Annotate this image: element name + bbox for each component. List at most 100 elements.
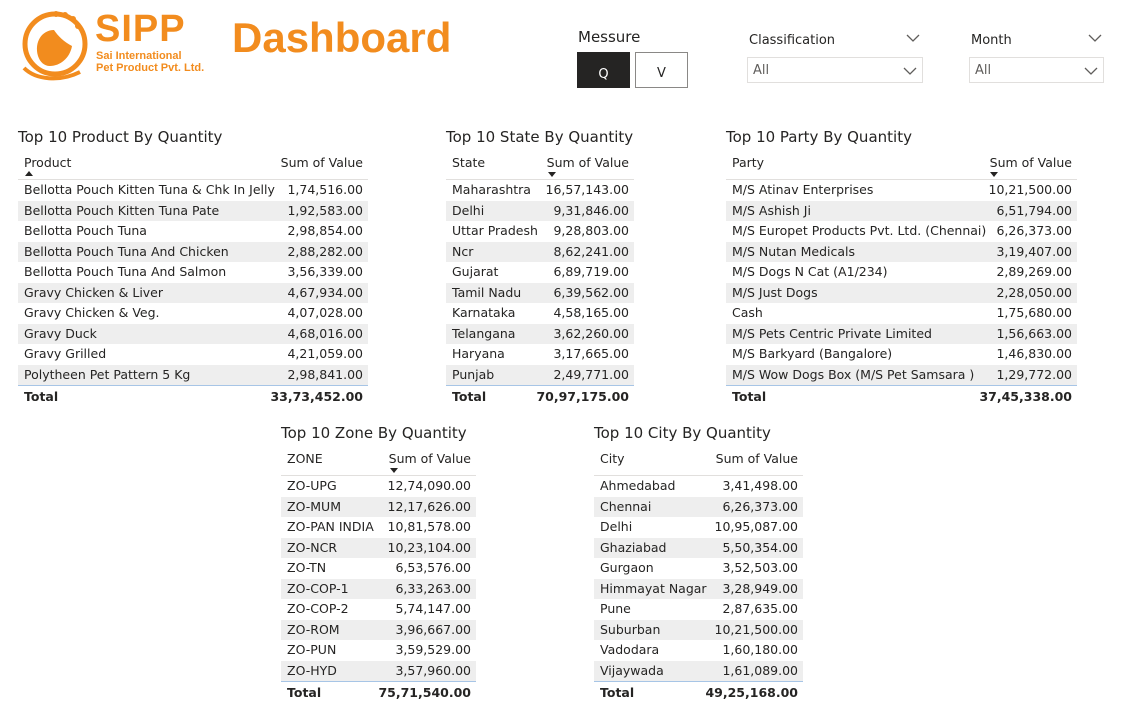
party-name-cell: M/S Dogs N Cat (A1/234) — [732, 264, 888, 279]
table-row[interactable]: ZO-PAN INDIA 10,81,578.00 — [281, 517, 476, 538]
month-dropdown-value: All — [975, 63, 992, 78]
table-row[interactable]: Punjab 2,49,771.00 — [446, 364, 634, 385]
table-body: Ahmedabad 3,41,498.00 Chennai 6,26,373.00 De… — [594, 475, 803, 681]
chevron-down-icon — [1084, 67, 1098, 75]
table-row[interactable]: Vadodara 1,60,180.00 — [594, 640, 803, 661]
party-name-cell: M/S Wow Dogs Box (M/S Pet Samsara ) — [732, 366, 975, 382]
table-row[interactable]: Gurgaon 3,52,503.00 — [594, 558, 803, 579]
zone-name-cell: ZO-COP-1 — [287, 580, 349, 596]
value-cell: 2,49,771.00 — [553, 366, 629, 382]
table-row[interactable]: ZO-HYD 3,57,960.00 — [281, 660, 476, 681]
table-row[interactable]: Bellotta Pouch Tuna 2,98,854.00 — [18, 221, 368, 242]
month-collapse-chevron-icon[interactable] — [1088, 33, 1102, 43]
table-row[interactable]: Cash 1,75,680.00 — [726, 303, 1077, 324]
measure-v-button[interactable]: V — [635, 52, 688, 88]
party-name-cell: M/S Just Dogs — [732, 284, 818, 300]
classification-collapse-chevron-icon[interactable] — [906, 33, 920, 43]
table-row[interactable]: Gujarat 6,89,719.00 — [446, 262, 634, 283]
product-column-header[interactable]: Product — [24, 155, 71, 170]
classification-dropdown[interactable]: All — [747, 57, 923, 83]
table-row[interactable]: Himmayat Nagar 3,28,949.00 — [594, 578, 803, 599]
table-row[interactable]: M/S Europet Products Pvt. Ltd. (Chennai)… — [726, 221, 1077, 242]
table-total-row: Total 37,45,338.00 — [726, 385, 1077, 406]
table-row[interactable]: ZO-ROM 3,96,667.00 — [281, 619, 476, 640]
zone-name-cell: ZO-NCR — [287, 539, 338, 555]
measure-q-button[interactable]: Q — [577, 52, 630, 88]
table-body: ZO-UPG 12,74,090.00 ZO-MUM 12,17,626.00 ZO-P… — [281, 475, 476, 681]
value-cell: 8,62,241.00 — [553, 243, 629, 259]
table-row[interactable]: Polytheen Pet Pattern 5 Kg 2,98,841.00 — [18, 364, 368, 385]
table-row[interactable]: M/S Ashish Ji 6,51,794.00 — [726, 200, 1077, 221]
table-row[interactable]: Bellotta Pouch Tuna And Salmon 3,56,339.0… — [18, 262, 368, 283]
table-row[interactable]: Bellotta Pouch Kitten Tuna Pate 1,92,583.… — [18, 200, 368, 221]
party-name-cell: M/S Europet Products Pvt. Ltd. (Chennai) — [732, 223, 987, 238]
zone-name-cell: ZO-UPG — [287, 478, 337, 493]
table-row[interactable]: M/S Pets Centric Private Limited 1,56,663… — [726, 323, 1077, 344]
total-label: Total — [600, 685, 635, 700]
table-row[interactable]: Suburban 10,21,500.00 — [594, 619, 803, 640]
table-row[interactable]: Telangana 3,62,260.00 — [446, 323, 634, 344]
table-row[interactable]: Gravy Chicken & Liver 4,67,934.00 — [18, 282, 368, 303]
total-value: 70,97,175.00 — [536, 389, 629, 404]
table-row[interactable]: ZO-COP-2 5,74,147.00 — [281, 599, 476, 620]
table-row[interactable]: Ghaziabad 5,50,354.00 — [594, 537, 803, 558]
table-row[interactable]: Bellotta Pouch Kitten Tuna & Chk In Jell… — [18, 180, 368, 201]
table-row[interactable]: Chennai 6,26,373.00 — [594, 496, 803, 517]
table-row[interactable]: ZO-TN 6,53,576.00 — [281, 558, 476, 579]
table-row[interactable]: ZO-UPG 12,74,090.00 — [281, 476, 476, 497]
party-column-header[interactable]: Party — [732, 155, 764, 170]
zone-column-header[interactable]: ZONE — [287, 451, 323, 466]
value-cell: 5,74,147.00 — [395, 601, 471, 616]
sum-of-value-column-header[interactable]: Sum of Value — [716, 451, 798, 466]
table-row[interactable]: M/S Nutan Medicals 3,19,407.00 — [726, 241, 1077, 262]
table-row[interactable]: M/S Dogs N Cat (A1/234) 2,89,269.00 — [726, 262, 1077, 283]
table-row[interactable]: M/S Atinav Enterprises 10,21,500.00 — [726, 180, 1077, 201]
table-row[interactable]: Haryana 3,17,665.00 — [446, 344, 634, 365]
table-row[interactable]: M/S Wow Dogs Box (M/S Pet Samsara ) 1,29,… — [726, 364, 1077, 385]
table-row[interactable]: Ahmedabad 3,41,498.00 — [594, 476, 803, 497]
table-row[interactable]: ZO-PUN 3,59,529.00 — [281, 640, 476, 661]
value-cell: 10,81,578.00 — [387, 519, 472, 534]
product-name-cell: Bellotta Pouch Tuna And Salmon — [24, 264, 227, 279]
value-cell: 10,21,500.00 — [714, 621, 799, 637]
table-row[interactable]: Vijaywada 1,61,089.00 — [594, 660, 803, 681]
table-row[interactable]: Gravy Duck 4,68,016.00 — [18, 323, 368, 344]
month-dropdown[interactable]: All — [969, 57, 1104, 83]
sum-of-value-column-header[interactable]: Sum of Value — [389, 451, 471, 466]
table-header: City Sum of Value — [594, 451, 803, 475]
table-row[interactable]: M/S Just Dogs 2,28,050.00 — [726, 282, 1077, 303]
sum-of-value-column-header[interactable]: Sum of Value — [990, 155, 1072, 170]
brand-subtitle: Sai International Pet Product Pvt. Ltd. — [96, 50, 204, 74]
party-table-title: Top 10 Party By Quantity — [726, 128, 912, 146]
value-cell: 12,17,626.00 — [387, 498, 472, 514]
table-row[interactable]: Maharashtra 16,57,143.00 — [446, 180, 634, 201]
table-row[interactable]: Pune 2,87,635.00 — [594, 599, 803, 620]
party-name-cell: M/S Nutan Medicals — [732, 243, 856, 259]
value-cell: 4,67,934.00 — [287, 284, 363, 300]
table-row[interactable]: Delhi 10,95,087.00 — [594, 517, 803, 538]
value-cell: 6,33,263.00 — [395, 580, 471, 596]
table-row[interactable]: Uttar Pradesh 9,28,803.00 — [446, 221, 634, 242]
sum-of-value-column-header[interactable]: Sum of Value — [281, 155, 363, 170]
table-row[interactable]: Bellotta Pouch Tuna And Chicken 2,88,282.… — [18, 241, 368, 262]
table-row[interactable]: Ncr 8,62,241.00 — [446, 241, 634, 262]
paw-heart-logo-icon — [22, 11, 88, 81]
table-row[interactable]: ZO-MUM 12,17,626.00 — [281, 496, 476, 517]
table-row[interactable]: Tamil Nadu 6,39,562.00 — [446, 282, 634, 303]
city-column-header[interactable]: City — [600, 451, 625, 466]
table-row[interactable]: Delhi 9,31,846.00 — [446, 200, 634, 221]
table-row[interactable]: ZO-NCR 10,23,104.00 — [281, 537, 476, 558]
party-name-cell: M/S Barkyard (Bangalore) — [732, 346, 893, 361]
state-name-cell: Telangana — [452, 325, 516, 341]
zone-name-cell: ZO-COP-2 — [287, 601, 349, 616]
table-row[interactable]: Gravy Grilled 4,21,059.00 — [18, 344, 368, 365]
table-row[interactable]: Gravy Chicken & Veg. 4,07,028.00 — [18, 303, 368, 324]
month-slicer-title: Month — [971, 33, 1012, 48]
table-row[interactable]: Karnataka 4,58,165.00 — [446, 303, 634, 324]
table-row[interactable]: ZO-COP-1 6,33,263.00 — [281, 578, 476, 599]
sum-of-value-column-header[interactable]: Sum of Value — [547, 155, 629, 170]
state-column-header[interactable]: State — [452, 155, 485, 170]
table-total-row: Total 49,25,168.00 — [594, 681, 803, 702]
table-row[interactable]: M/S Barkyard (Bangalore) 1,46,830.00 — [726, 344, 1077, 365]
value-cell: 1,75,680.00 — [996, 305, 1072, 320]
